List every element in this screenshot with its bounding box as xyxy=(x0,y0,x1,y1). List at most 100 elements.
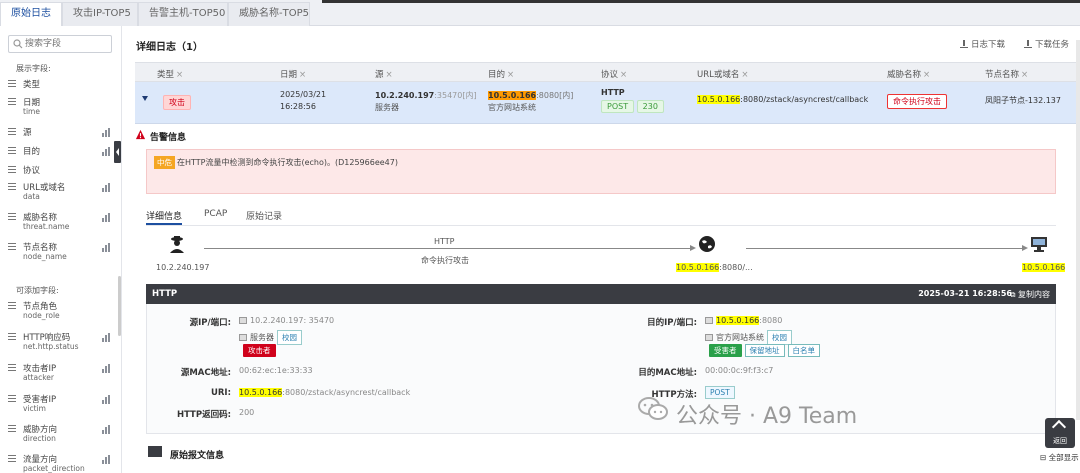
field-search-input[interactable] xyxy=(25,37,109,51)
src-mac-value: 00:62:ec:1e:33:33 xyxy=(239,366,313,375)
dst-mac-key: 目的MAC地址: xyxy=(638,368,697,378)
column-header-threat[interactable]: 威胁名称 × xyxy=(887,68,930,80)
field-search[interactable] xyxy=(8,35,112,53)
flow-line-2 xyxy=(746,248,1022,249)
row-time: 16:28:56 xyxy=(280,102,316,111)
src-ip-key: 源IP/端口: xyxy=(189,318,231,328)
search-icon xyxy=(13,39,23,49)
flow-proto: HTTP xyxy=(434,237,455,246)
row-src-role: 服务器 xyxy=(375,103,399,112)
tab-raw-log[interactable]: 原始日志 xyxy=(0,2,62,26)
plus-icon xyxy=(8,455,16,462)
bar-chart-icon[interactable] xyxy=(102,333,112,342)
alert-box: 中危 在HTTP流量中检测到命令执行攻击(echo)。(D125966ee47) xyxy=(146,149,1056,194)
row-proto: HTTP xyxy=(601,88,625,97)
main-scrollbar[interactable] xyxy=(1076,40,1080,420)
http-panel-time: 2025-03-21 16:28:56 xyxy=(918,289,1012,298)
plus-icon xyxy=(8,395,16,402)
column-header-url[interactable]: URL或域名 × xyxy=(697,68,749,80)
bar-chart-icon[interactable] xyxy=(102,364,112,373)
row-dst: 10.5.0.166:8080[内] xyxy=(488,91,574,100)
download-task-button[interactable]: 下载任务 xyxy=(1024,38,1069,50)
column-header-src[interactable]: 源 × xyxy=(375,68,393,80)
watermark: 公众号 · A9 Team xyxy=(632,392,952,432)
remove-icon: × xyxy=(507,70,515,80)
copy-content-button[interactable]: ⧉ 复制内容 xyxy=(1010,289,1050,300)
arrow-icon xyxy=(690,245,696,251)
bar-chart-icon[interactable] xyxy=(102,455,112,464)
column-header-proto[interactable]: 协议 × xyxy=(601,68,627,80)
bar-chart-icon[interactable] xyxy=(102,395,112,404)
field-key: time xyxy=(23,107,40,116)
field-key: attacker xyxy=(23,373,54,382)
flow-attack: 命令执行攻击 xyxy=(421,256,469,265)
field-key: data xyxy=(23,192,40,201)
row-dst-role: 官方网站系统 xyxy=(488,103,536,112)
column-header-node[interactable]: 节点名称 × xyxy=(985,68,1028,80)
dst-mac-value: 00:00:0c:9f:f3:c7 xyxy=(705,366,774,375)
detail-tabs: 详细信息 PCAP 原始记录 xyxy=(146,206,1056,226)
tab-alert-host-top50[interactable]: 告警主机-TOP50 xyxy=(138,2,228,26)
alert-level-badge: 中危 xyxy=(154,156,175,169)
wechat-logo-icon xyxy=(638,397,668,420)
field-key: node_role xyxy=(23,311,60,320)
victim-badge: 受害者 xyxy=(709,344,742,357)
column-header-type[interactable]: 类型 × xyxy=(157,68,183,80)
raw-packet-title: 原始报文信息 xyxy=(170,451,225,461)
server-monitor-icon xyxy=(1031,237,1047,252)
remove-icon: × xyxy=(299,70,307,80)
copy-icon: ⧉ xyxy=(1009,290,1018,299)
bar-chart-icon[interactable] xyxy=(102,128,112,137)
bar-chart-icon[interactable] xyxy=(102,183,112,192)
minus-icon xyxy=(8,166,16,173)
bar-chart-icon[interactable] xyxy=(102,425,112,434)
globe-icon xyxy=(699,236,715,252)
tab-raw-record[interactable]: 原始记录 xyxy=(246,209,282,222)
sidebar-collapse-handle[interactable] xyxy=(114,141,121,163)
status-badge: 230 xyxy=(636,100,664,113)
sidebar-scrollbar[interactable] xyxy=(118,276,121,336)
plus-icon xyxy=(8,302,16,309)
minus-icon xyxy=(8,147,16,154)
hacker-icon xyxy=(170,236,184,253)
dst-ip-key: 目的IP/端口: xyxy=(647,318,697,328)
row-date: 2025/03/21 xyxy=(280,90,327,99)
bar-chart-icon[interactable] xyxy=(102,147,112,156)
dst-tag: 校园 xyxy=(767,330,792,345)
top-divider xyxy=(322,0,1080,3)
plus-icon xyxy=(8,333,16,340)
back-to-top-button[interactable]: 返回 xyxy=(1045,418,1075,448)
row-url: 10.5.0.166:8080/zstack/asyncrest/callbac… xyxy=(697,95,869,104)
back-label: 返回 xyxy=(1053,437,1067,445)
whitelist-tag: 白名单 xyxy=(787,344,820,357)
threat-badge: 命令执行攻击 xyxy=(887,94,947,109)
alert-title: 告警信息 xyxy=(150,133,187,143)
type-badge: 攻击 xyxy=(163,95,191,110)
bar-chart-icon[interactable] xyxy=(102,213,112,222)
http-panel-header: HTTP 2025-03-21 16:28:56 ⧉ 复制内容 xyxy=(146,284,1056,304)
column-header-dst[interactable]: 目的 × xyxy=(488,68,514,80)
expand-all-button[interactable]: ⊟ 全部显示 xyxy=(1040,452,1079,463)
field-label: 目的 xyxy=(23,147,41,157)
tab-pcap[interactable]: PCAP xyxy=(204,209,227,219)
log-download-button[interactable]: 日志下载 xyxy=(960,38,1005,50)
host-icon xyxy=(239,334,247,341)
remove-icon: × xyxy=(176,70,184,80)
method-badge: POST xyxy=(601,100,635,113)
tab-detail-info[interactable]: 详细信息 xyxy=(146,209,183,225)
column-header-date[interactable]: 日期 × xyxy=(280,68,306,80)
expand-caret-icon[interactable] xyxy=(142,96,148,101)
dst-role: 官方网站系统 校园 xyxy=(705,330,792,345)
uri-value: 10.5.0.166:8080/zstack/asyncrest/callbac… xyxy=(239,388,411,397)
ip-icon xyxy=(239,317,247,324)
bar-chart-icon[interactable] xyxy=(102,243,112,252)
tab-attack-ip-top5[interactable]: 攻击IP-TOP5 xyxy=(62,2,138,26)
tab-threat-name-top50[interactable]: 威胁名称-TOP50 xyxy=(228,2,310,26)
minus-icon xyxy=(8,98,16,105)
minus-icon xyxy=(8,128,16,135)
expand-icon: ⊟ xyxy=(1040,453,1049,462)
table-row[interactable]: 攻击 2025/03/21 16:28:56 10.2.240.197:3547… xyxy=(135,82,1080,124)
field-label: 源 xyxy=(23,128,32,138)
minus-icon xyxy=(8,183,16,190)
download-icon xyxy=(960,40,968,48)
